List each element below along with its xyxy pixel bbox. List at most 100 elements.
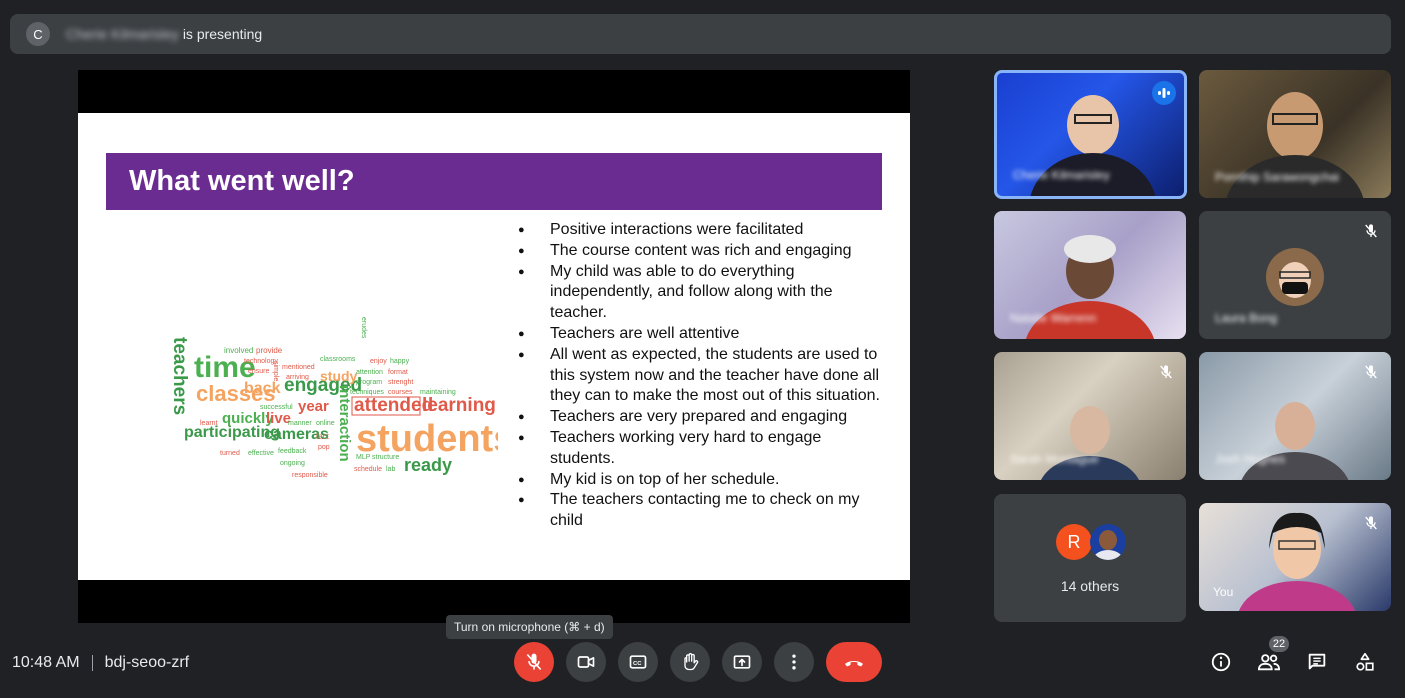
wc-word: MLP bbox=[356, 454, 371, 461]
participant-tile[interactable]: Pornthip Sarawongchai bbox=[1199, 70, 1391, 198]
participant-tile[interactable]: Cherie Kilmarisley bbox=[994, 70, 1187, 199]
wc-word: happy bbox=[390, 358, 410, 365]
slide-header: What went well? bbox=[106, 153, 882, 210]
others-count-label: 14 others bbox=[1060, 578, 1120, 594]
camera-toggle-button[interactable] bbox=[566, 642, 606, 682]
wc-word: learnt bbox=[200, 420, 218, 427]
clock-time: 10:48 AM bbox=[12, 654, 80, 671]
wc-word: strenght bbox=[388, 379, 413, 386]
presenting-banner: C Cherie Kilmarisley is presenting bbox=[10, 14, 1391, 54]
slide-bullet: My child was able to do everything indep… bbox=[518, 262, 890, 324]
presenter-avatar: C bbox=[26, 22, 50, 46]
wc-word: online bbox=[316, 420, 335, 427]
meeting-code: bdj-seoo-zrf bbox=[104, 654, 190, 671]
wc-word: turned bbox=[220, 450, 240, 457]
chat-button[interactable] bbox=[1305, 650, 1329, 674]
wc-word: structure bbox=[372, 454, 399, 461]
wc-word: provide bbox=[256, 346, 283, 355]
people-icon bbox=[1257, 654, 1281, 671]
others-avatar-photo bbox=[1090, 524, 1126, 560]
mic-off-icon bbox=[526, 653, 542, 671]
self-name: You bbox=[1213, 585, 1234, 599]
mic-toggle-button[interactable] bbox=[514, 642, 554, 682]
wc-word: mentioned bbox=[282, 364, 315, 371]
activities-icon bbox=[1356, 652, 1374, 671]
wc-word: techniques bbox=[350, 389, 384, 396]
present-now-button[interactable] bbox=[722, 642, 762, 682]
slide-title: What went well? bbox=[129, 165, 355, 197]
people-button[interactable] bbox=[1257, 650, 1281, 674]
slide-bullet: Positive interactions were facilitated bbox=[518, 220, 890, 241]
chat-icon bbox=[1308, 653, 1326, 670]
slide-bullet: The course content was rich and engaging bbox=[518, 241, 890, 262]
wc-word: format bbox=[388, 369, 408, 376]
wc-word: back bbox=[244, 380, 281, 397]
participant-name: Laura Bong bbox=[1215, 311, 1278, 325]
wc-word: interaction bbox=[336, 385, 353, 462]
wc-word: learning bbox=[422, 395, 496, 416]
wc-word: simple bbox=[272, 361, 279, 381]
slide-bullet: My kid is on top of her schedule. bbox=[518, 470, 890, 491]
wc-word: ensure bbox=[248, 368, 270, 375]
presenting-label: is presenting bbox=[182, 26, 263, 42]
mic-off-icon bbox=[1363, 515, 1379, 531]
participant-name: Cherie Kilmarisley bbox=[1013, 168, 1110, 182]
slide-bullet-list: Positive interactions were facilitated T… bbox=[518, 220, 890, 532]
presentation-stage[interactable]: What went well? teachers time classes pa… bbox=[78, 70, 910, 623]
participant-name: Sarah Montague bbox=[1010, 452, 1099, 466]
participant-tile[interactable]: Natalie Warrenn bbox=[994, 211, 1186, 339]
hand-icon bbox=[684, 653, 699, 671]
camera-icon bbox=[577, 656, 595, 668]
wc-word: involved bbox=[224, 346, 253, 355]
wc-word: feedback bbox=[278, 448, 307, 455]
slide-bullet: Teachers working very hard to engage stu… bbox=[518, 428, 890, 470]
participant-tile[interactable]: Sarah Montague bbox=[994, 352, 1186, 480]
captions-button[interactable]: CC bbox=[618, 642, 658, 682]
wc-word: teachers bbox=[169, 337, 190, 415]
more-vert-icon bbox=[792, 654, 796, 670]
meeting-info: 10:48 AM bdj-seoo-zrf bbox=[12, 652, 189, 674]
self-tile[interactable]: You bbox=[1199, 503, 1391, 611]
participant-name: Natalie Warrenn bbox=[1010, 311, 1097, 325]
slide-bullet: Teachers are very prepared and engaging bbox=[518, 407, 890, 428]
mic-off-icon bbox=[1363, 364, 1379, 380]
others-avatar-r: R bbox=[1056, 524, 1092, 560]
wc-word: manner bbox=[288, 420, 312, 427]
participant-tile[interactable]: Josh Hughes bbox=[1199, 352, 1391, 480]
participant-count-badge: 22 bbox=[1269, 636, 1289, 652]
more-options-button[interactable] bbox=[774, 642, 814, 682]
leave-call-button[interactable] bbox=[826, 642, 882, 682]
wc-word: program bbox=[356, 379, 382, 386]
speaking-indicator-icon bbox=[1152, 81, 1176, 105]
participant-tile[interactable]: Laura Bong bbox=[1199, 211, 1391, 339]
slide-bullet: Teachers are well attentive bbox=[518, 324, 890, 345]
wc-word: successful bbox=[260, 404, 293, 411]
phone-hangup-icon bbox=[845, 661, 863, 667]
wc-word: ongoing bbox=[280, 460, 305, 467]
wc-word: lab bbox=[386, 466, 395, 473]
mic-tooltip: Turn on microphone (⌘ + d) bbox=[446, 615, 613, 639]
wc-word: schedule bbox=[354, 466, 382, 473]
slide-bullet: The teachers contacting me to check on m… bbox=[518, 490, 890, 532]
meeting-details-button[interactable] bbox=[1209, 650, 1233, 674]
mic-off-icon bbox=[1158, 364, 1174, 380]
divider bbox=[91, 655, 93, 671]
wc-word: maintaining bbox=[420, 389, 456, 396]
wc-word: classrooms bbox=[320, 356, 356, 363]
mic-off-icon bbox=[1363, 223, 1379, 239]
captions-icon: CC bbox=[629, 655, 647, 669]
wc-word: attention bbox=[356, 369, 383, 376]
wc-word: year bbox=[298, 398, 329, 415]
wc-word: enjoy bbox=[370, 358, 387, 365]
participant-avatar bbox=[1266, 248, 1324, 306]
participant-name: Pornthip Sarawongchai bbox=[1215, 170, 1340, 184]
present-icon bbox=[733, 655, 751, 669]
wc-word: responsible bbox=[292, 472, 328, 478]
others-tile[interactable]: R 14 others bbox=[994, 494, 1186, 622]
wc-word: ready bbox=[404, 455, 452, 475]
activities-button[interactable] bbox=[1353, 650, 1377, 674]
wc-word: effective bbox=[248, 450, 274, 457]
participant-name: Josh Hughes bbox=[1215, 452, 1286, 466]
wc-word: arriving bbox=[286, 374, 309, 381]
raise-hand-button[interactable] bbox=[670, 642, 710, 682]
